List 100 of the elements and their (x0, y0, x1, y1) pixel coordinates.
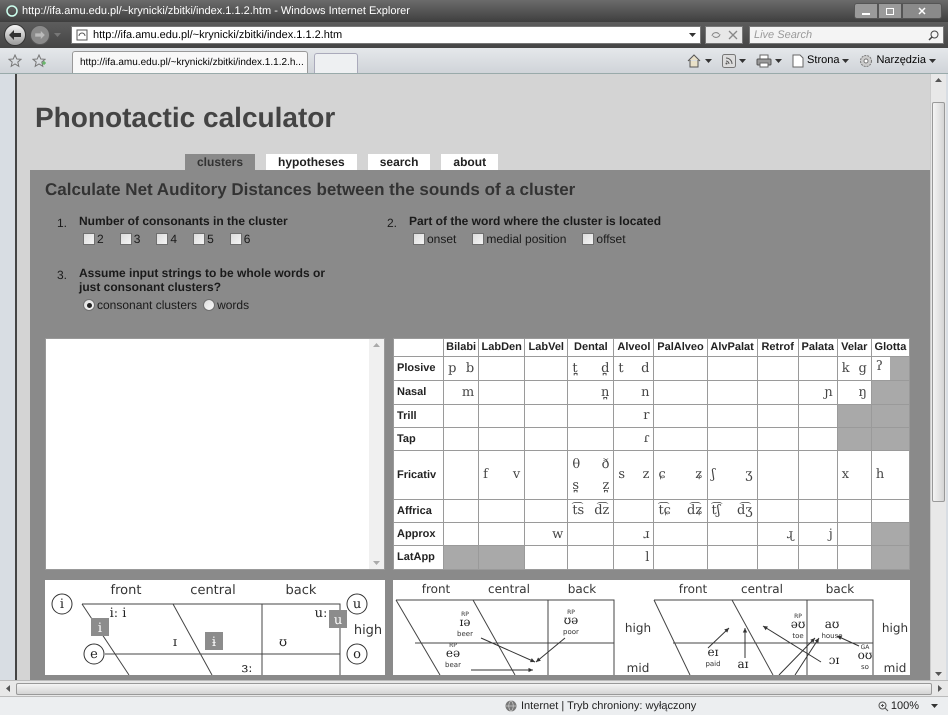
checkbox[interactable] (83, 233, 95, 245)
choice-label: 2 (97, 231, 104, 248)
down-arrow-icon[interactable] (935, 672, 942, 676)
column-header: Palata (802, 341, 834, 354)
checkbox[interactable] (120, 233, 132, 245)
option-label: Part of the word where the cluster is located (409, 214, 662, 228)
page-tab[interactable]: clusters (185, 154, 256, 170)
row-header: Approx (397, 528, 436, 540)
table-cell (524, 404, 568, 428)
checkbox[interactable] (413, 233, 425, 245)
row-header: Nasal (397, 386, 426, 398)
shaded-cell (478, 546, 525, 570)
ipa-symbol: h (876, 466, 884, 484)
window-title: http://ifa.amu.edu.pl/~krynicki/zbitki/index.1.1.2.htm - Windows Internet Explorer (22, 4, 410, 19)
ipa-symbol: t͡s (572, 501, 584, 520)
row-header: LatApp (397, 551, 435, 564)
home-icon[interactable] (686, 54, 702, 68)
browser-icon (6, 5, 18, 17)
input-field[interactable] (45, 338, 385, 570)
column-header: Glotta (874, 341, 906, 354)
scrollbar[interactable] (930, 74, 946, 680)
choice-label: consonant clusters (97, 297, 198, 314)
ipa-symbol: p (448, 360, 456, 378)
minimize-button[interactable] (854, 3, 878, 19)
ipa-symbol: w (552, 526, 564, 544)
close-button[interactable] (902, 3, 942, 19)
stop-icon[interactable] (728, 30, 738, 40)
row-header: Trill (397, 410, 417, 422)
radio-button[interactable] (203, 299, 216, 311)
vowel-symbol: ɜː (242, 661, 252, 675)
table-cell (478, 404, 525, 428)
ipa-symbol: d͡z (594, 501, 610, 520)
checkbox[interactable] (230, 233, 242, 245)
column-label: front (110, 583, 142, 598)
page-tab[interactable]: hypotheses (266, 154, 357, 170)
forward-button[interactable] (30, 25, 50, 45)
page-tab[interactable]: about (441, 154, 498, 170)
globe-icon (505, 700, 517, 712)
ipa-symbol: ð (602, 456, 610, 474)
checkbox[interactable] (156, 233, 168, 245)
horizontal-scrollbar[interactable] (0, 680, 948, 696)
up-arrow-icon[interactable] (935, 78, 942, 82)
left-arrow-icon[interactable] (6, 685, 10, 692)
dropdown-caret-icon (689, 33, 696, 37)
choice-label: 6 (244, 231, 250, 248)
ipa-symbol: g (858, 360, 867, 378)
feed-icon[interactable] (722, 54, 736, 68)
checkbox[interactable] (582, 233, 594, 245)
diphthong-symbol: aʊ (824, 617, 840, 631)
scroll-thumb[interactable] (932, 102, 945, 502)
ipa-symbol: j (828, 526, 833, 544)
scroll-thumb[interactable] (16, 682, 932, 694)
circled-vowel: i (52, 594, 72, 614)
printer-icon[interactable] (756, 54, 772, 68)
add-favorite-icon[interactable] (32, 54, 46, 68)
radio-button[interactable] (83, 299, 95, 311)
shaded-half (890, 357, 909, 380)
caret-icon (775, 58, 782, 62)
zoom-level[interactable]: 100% (890, 698, 919, 714)
ipa-symbol: t͡ɕ (658, 501, 671, 520)
browser-tab[interactable]: http://ifa.amu.edu.pl/~krynicki/zbitki/index.1.1.2.h... (72, 51, 308, 73)
vowel-symbol: ʊ (278, 635, 288, 650)
checkbox[interactable] (472, 233, 484, 245)
back-button[interactable] (4, 24, 26, 46)
zoom-icon[interactable] (878, 700, 889, 712)
choice-label: offset (596, 231, 626, 248)
table-cell (798, 427, 838, 451)
star-icon[interactable] (8, 54, 22, 68)
ipa-symbol: b (466, 360, 474, 378)
table-cell (707, 380, 758, 404)
vowel-symbol: uː (314, 606, 328, 621)
ipa-symbol: d̪ (601, 360, 610, 378)
column-header: LabDen (482, 341, 522, 354)
ipa-symbol: ɾ (644, 430, 650, 448)
ipa-symbol: r (643, 407, 650, 425)
search-input[interactable]: Live Search (750, 27, 928, 43)
ipa-symbol: l (645, 548, 650, 567)
table-cell (707, 404, 758, 428)
page-tab[interactable]: search (368, 154, 430, 170)
search-icon[interactable] (928, 30, 939, 40)
search-field[interactable]: Live Search (749, 26, 944, 44)
command-label[interactable]: Strona (807, 52, 840, 69)
refresh-icon[interactable] (710, 30, 722, 40)
column-label: back (568, 582, 596, 596)
page-title: Phonotactic calculator (35, 102, 336, 134)
address-field[interactable]: http://ifa.amu.edu.pl/~krynicki/zbitki/index.1.1.2.htm (71, 26, 701, 44)
checkbox[interactable] (193, 233, 206, 245)
right-arrow-icon[interactable] (938, 685, 942, 692)
row-header: Tap (397, 432, 416, 445)
ipa-symbol: n (641, 384, 650, 402)
ipa-symbol: ɹ (642, 526, 650, 544)
diphthong-symbol: oʊ (858, 648, 872, 662)
maximize-button[interactable] (878, 3, 902, 19)
command-label[interactable]: Narzędzia (876, 52, 926, 69)
column-label: central (741, 582, 783, 596)
ipa-symbol: f (483, 466, 488, 484)
column-header: Bilabi (446, 341, 476, 354)
column-header: Velar (841, 341, 868, 354)
row-header: Affrica (397, 504, 432, 517)
right-arrow-icon (35, 31, 45, 39)
